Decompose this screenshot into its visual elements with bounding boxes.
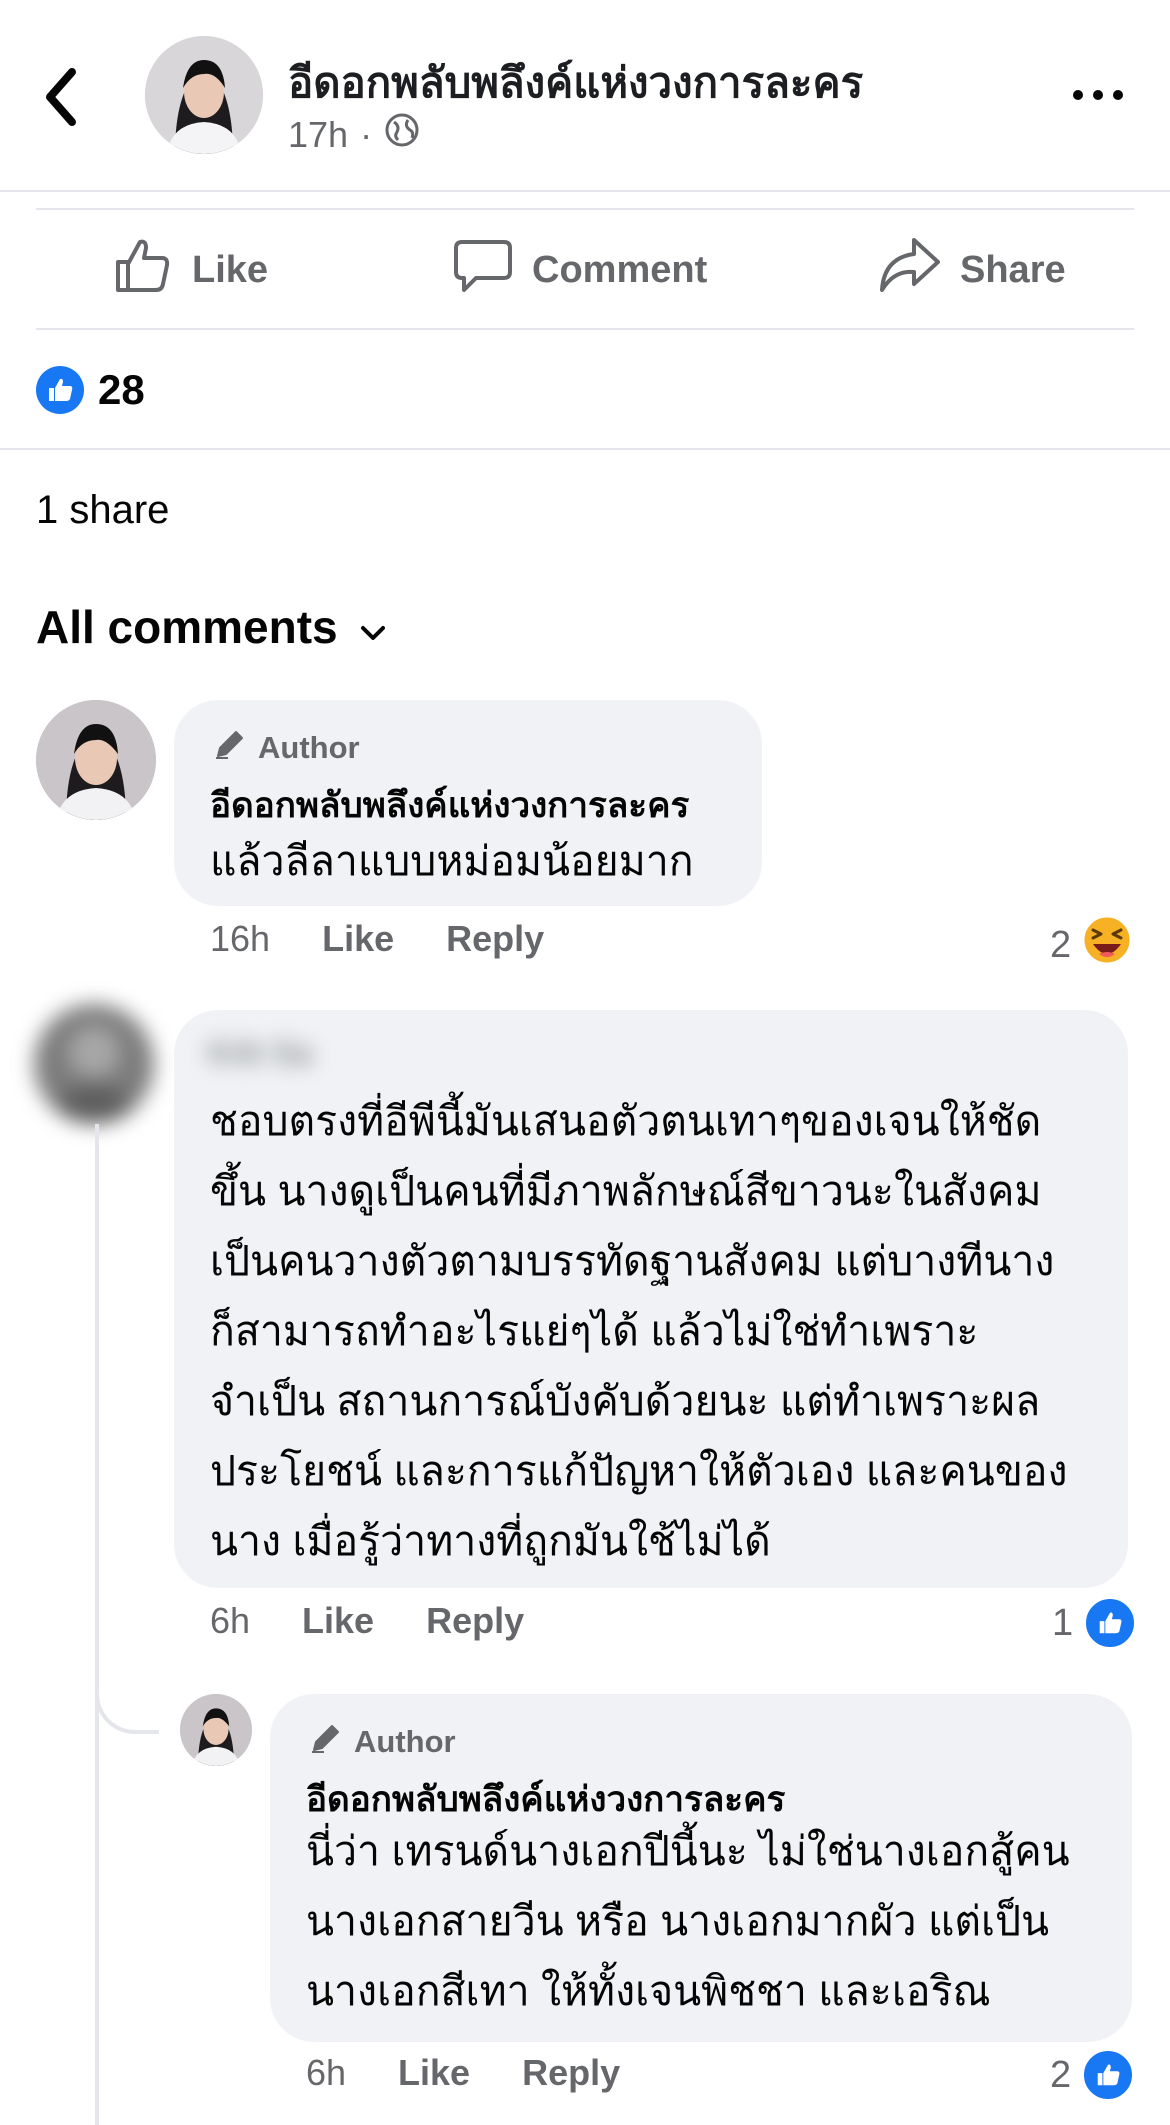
author-badge: Author <box>308 1720 456 1764</box>
comment-reactions[interactable]: 2 <box>1050 2048 1136 2102</box>
share-label: Share <box>960 248 1066 291</box>
chevron-down-icon <box>358 600 388 654</box>
meta-separator: · <box>360 113 373 155</box>
comment-label: Comment <box>532 248 708 291</box>
comment-time: 16h <box>210 918 271 959</box>
comment-text: นี่ว่า เทรนด์นางเอกปีนี้นะ ไม่ใช่นางเอกส… <box>306 1816 1070 2026</box>
comment-line: ขึ้น นางดูเป็นคนที่มีภาพลักษณ์สีขาวนะในส… <box>210 1168 1042 1214</box>
reaction-summary[interactable]: 28 <box>36 366 145 414</box>
comments-filter[interactable]: All comments <box>36 600 388 654</box>
comment-text: แล้วลีลาแบบหม่อมน้อยมาก <box>210 838 694 884</box>
comment-reaction-count: 1 <box>1052 1601 1074 1644</box>
comment-line: นาง เมื่อรู้ว่าทางที่ถูกมันใช้ไม่ได้ <box>210 1518 771 1564</box>
action-divider-top <box>36 208 1134 210</box>
comment-reactions[interactable]: 2 <box>1050 914 1133 976</box>
page-title[interactable]: อีดอกพลับพลึงค์แห่งวงการละคร <box>288 50 863 116</box>
comment-time: 6h <box>306 2052 347 2093</box>
like-button[interactable]: Like <box>112 230 268 310</box>
comment-text: ชอบตรงที่อีพีนี้มันเสนอตัวตนเทาๆของเจนให… <box>210 1086 1068 1576</box>
post-time: 17h <box>288 113 349 155</box>
pen-icon <box>308 1720 344 1764</box>
more-icon[interactable] <box>1068 80 1128 110</box>
comment-reaction-count: 2 <box>1050 2053 1072 2096</box>
author-badge-label: Author <box>354 1724 456 1759</box>
pen-icon <box>212 726 248 770</box>
author-badge-label: Author <box>258 730 360 765</box>
section-divider <box>0 448 1170 450</box>
comment-line: ชอบตรงที่อีพีนี้มันเสนอตัวตนเทาๆของเจนให… <box>210 1098 1042 1144</box>
comment-reply-button[interactable]: Reply <box>522 2052 620 2094</box>
share-icon <box>878 234 942 306</box>
like-reaction-icon <box>1083 1596 1138 1650</box>
comment-reactions[interactable]: 1 <box>1052 1596 1138 1650</box>
thread-line <box>95 1124 99 2125</box>
thumbs-up-icon <box>112 234 174 306</box>
comment-author[interactable]: Kitt Sa <box>208 1034 313 1072</box>
page-avatar[interactable] <box>145 36 263 154</box>
comment-time: 6h <box>210 1600 251 1641</box>
comment-actions: 6h Like Reply <box>210 1600 524 1642</box>
back-arrow-icon[interactable] <box>38 62 94 132</box>
comment-line: นางเอกสายวีน หรือ นางเอกมากผัว แต่เป็น <box>306 1898 1050 1944</box>
comment-reaction-count: 2 <box>1050 923 1072 966</box>
comment-reply-button[interactable]: Reply <box>426 1600 524 1642</box>
comment-line: ประโยชน์ และการแก้ปัญหาให้ตัวเอง และคนขอ… <box>210 1448 1068 1494</box>
comment-author[interactable]: อีดอกพลับพลึงค์แห่งวงการละคร <box>210 778 689 833</box>
comment-like-button[interactable]: Like <box>398 2052 470 2094</box>
thread-connector <box>95 1656 159 1734</box>
share-count[interactable]: 1 share <box>36 488 169 533</box>
comment-bubble[interactable]: Author อีดอกพลับพลึงค์แห่งวงการละคร นี่ว… <box>270 1694 1132 2042</box>
reaction-count: 28 <box>98 366 145 413</box>
comment-icon <box>452 234 514 306</box>
share-button[interactable]: Share <box>878 230 1066 310</box>
comment-like-button[interactable]: Like <box>302 1600 374 1642</box>
comment-bubble[interactable]: Kitt Sa ชอบตรงที่อีพีนี้มันเสนอตัวตนเทาๆ… <box>174 1010 1128 1588</box>
like-label: Like <box>192 248 269 291</box>
post-meta: 17h · <box>288 112 420 157</box>
comment-line: นางเอกสีเทา ให้ทั้งเจนพิชชา และเอริณ <box>306 1968 991 2014</box>
comment-like-button[interactable]: Like <box>322 918 394 960</box>
comment-actions: 6h Like Reply <box>306 2052 620 2094</box>
avatar[interactable] <box>36 700 156 820</box>
comment-line: นี่ว่า เทรนด์นางเอกปีนี้นะ ไม่ใช่นางเอกส… <box>306 1828 1070 1874</box>
comment-line: เป็นคนวางตัวตามบรรทัดฐานสังคม แต่บางทีนา… <box>210 1238 1055 1284</box>
like-reaction-icon <box>36 366 84 414</box>
comment-actions: 16h Like Reply <box>210 918 544 960</box>
comment-line: จำเป็น สถานการณ์บังคับด้วยนะ แต่ทำเพราะผ… <box>210 1378 1041 1424</box>
laughing-emoji-icon <box>1081 914 1133 976</box>
comments-filter-label: All comments <box>36 601 338 653</box>
comment-reply-button[interactable]: Reply <box>446 918 544 960</box>
comment-line: ก็สามารถทำอะไรแย่ๆได้ แล้วไม่ใช่ทำเพราะ <box>210 1308 979 1354</box>
comment-bubble[interactable]: Author อีดอกพลับพลึงค์แห่งวงการละคร แล้ว… <box>174 700 762 906</box>
author-badge: Author <box>212 726 360 770</box>
avatar[interactable] <box>180 1694 252 1766</box>
globe-icon <box>384 112 420 157</box>
header-divider <box>0 190 1170 192</box>
avatar[interactable] <box>34 1004 154 1124</box>
like-reaction-icon <box>1081 2048 1136 2102</box>
action-divider-bottom <box>36 328 1134 330</box>
comment-button[interactable]: Comment <box>452 230 707 310</box>
